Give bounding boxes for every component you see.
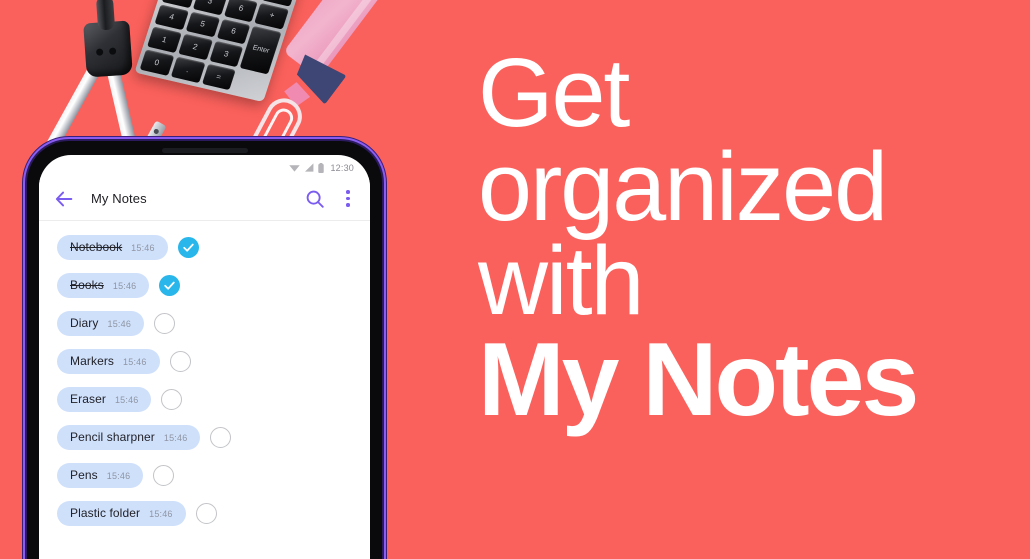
note-timestamp: 15:46: [123, 357, 147, 367]
headline-line-3: with: [478, 226, 645, 336]
status-bar: 12:30: [39, 155, 370, 177]
note-chip[interactable]: Plastic folder 15:46: [57, 501, 186, 526]
note-checkbox-unchecked[interactable]: [154, 313, 176, 334]
app-bar: My Notes: [39, 177, 370, 221]
calculator-key: .: [170, 56, 206, 84]
note-timestamp: 15:46: [131, 243, 155, 253]
headline-line-1: Get: [478, 38, 630, 147]
note-checkbox-unchecked[interactable]: [169, 351, 191, 372]
calculator-key: 1: [146, 26, 182, 54]
headline-line-2: organized: [478, 132, 888, 242]
note-label: Pencil sharpner: [70, 430, 155, 444]
note-label: Eraser: [70, 392, 106, 406]
note-checkbox-unchecked[interactable]: [153, 465, 175, 486]
phone-mockup: 12:30 My Notes Notebook 15:46 Books 15:46 Di…: [27, 141, 382, 559]
note-label: Books: [70, 278, 104, 292]
back-arrow-icon[interactable]: [53, 188, 75, 210]
note-label: Markers: [70, 354, 115, 368]
note-chip[interactable]: Notebook 15:46: [57, 235, 168, 260]
calculator-key: =: [201, 63, 236, 91]
note-timestamp: 15:46: [112, 281, 137, 291]
battery-icon: [318, 162, 325, 173]
calculator-key: 0: [139, 49, 175, 76]
note-list-item[interactable]: Markers 15:46: [39, 349, 370, 374]
calculator-key: 6: [216, 18, 251, 45]
note-checkbox-unchecked[interactable]: [210, 427, 232, 448]
note-checkbox-checked[interactable]: [159, 275, 181, 296]
phone-speaker: [161, 148, 248, 153]
note-timestamp: 15:46: [149, 509, 173, 519]
note-list-item[interactable]: Plastic folder 15:46: [39, 501, 370, 526]
calculator-key: 6: [223, 0, 259, 23]
note-chip[interactable]: Books 15:46: [57, 273, 150, 298]
note-checkbox-checked[interactable]: [177, 237, 199, 258]
headline-line-4: My Notes: [478, 322, 919, 439]
note-label: Plastic folder: [70, 506, 141, 520]
calculator-key: 4: [154, 4, 189, 31]
note-label: Pens: [70, 468, 98, 482]
calculator-key: 3: [208, 41, 244, 68]
signal-icon: [305, 163, 314, 172]
note-chip[interactable]: Eraser 15:46: [57, 387, 152, 412]
note-chip[interactable]: Pencil sharpner 15:46: [57, 425, 201, 450]
note-chip[interactable]: Diary 15:46: [57, 311, 145, 336]
note-list-item[interactable]: Eraser 15:46: [39, 387, 370, 412]
note-chip[interactable]: Markers 15:46: [57, 349, 160, 374]
note-chip[interactable]: Pens 15:46: [57, 463, 144, 488]
note-list-item[interactable]: Diary 15:46: [39, 311, 370, 336]
note-checkbox-unchecked[interactable]: [195, 503, 217, 524]
note-list-item[interactable]: Pencil sharpner 15:46: [39, 425, 370, 450]
note-list-item[interactable]: Notebook 15:46: [39, 235, 370, 260]
note-timestamp: 15:46: [163, 433, 188, 443]
phone-screen: 12:30 My Notes Notebook 15:46 Books 15:46 Di…: [39, 155, 370, 559]
note-list-item[interactable]: Pens 15:46: [39, 463, 370, 488]
note-timestamp: 15:46: [107, 319, 132, 329]
promo-headline: Get organized with My Notes: [478, 38, 1008, 439]
calculator-key: 5: [185, 11, 220, 38]
note-timestamp: 15:46: [114, 395, 139, 405]
note-timestamp: 15:46: [106, 471, 131, 481]
wifi-icon: [289, 165, 301, 172]
promo-banner: %89÷736+456Enter1230.= 12:30: [0, 0, 1030, 559]
note-list-item[interactable]: Books 15:46: [39, 273, 370, 298]
page-title: My Notes: [91, 191, 147, 206]
calculator-key: 2: [177, 33, 213, 61]
note-label: Diary: [70, 316, 99, 330]
note-checkbox-unchecked[interactable]: [161, 389, 183, 410]
note-label: Notebook: [70, 240, 123, 254]
overflow-menu-icon[interactable]: [340, 188, 356, 210]
status-bar-clock: 12:30: [330, 162, 354, 173]
search-icon[interactable]: [304, 188, 326, 210]
notes-list: Notebook 15:46 Books 15:46 Diary 15:46 Markers…: [39, 221, 370, 526]
